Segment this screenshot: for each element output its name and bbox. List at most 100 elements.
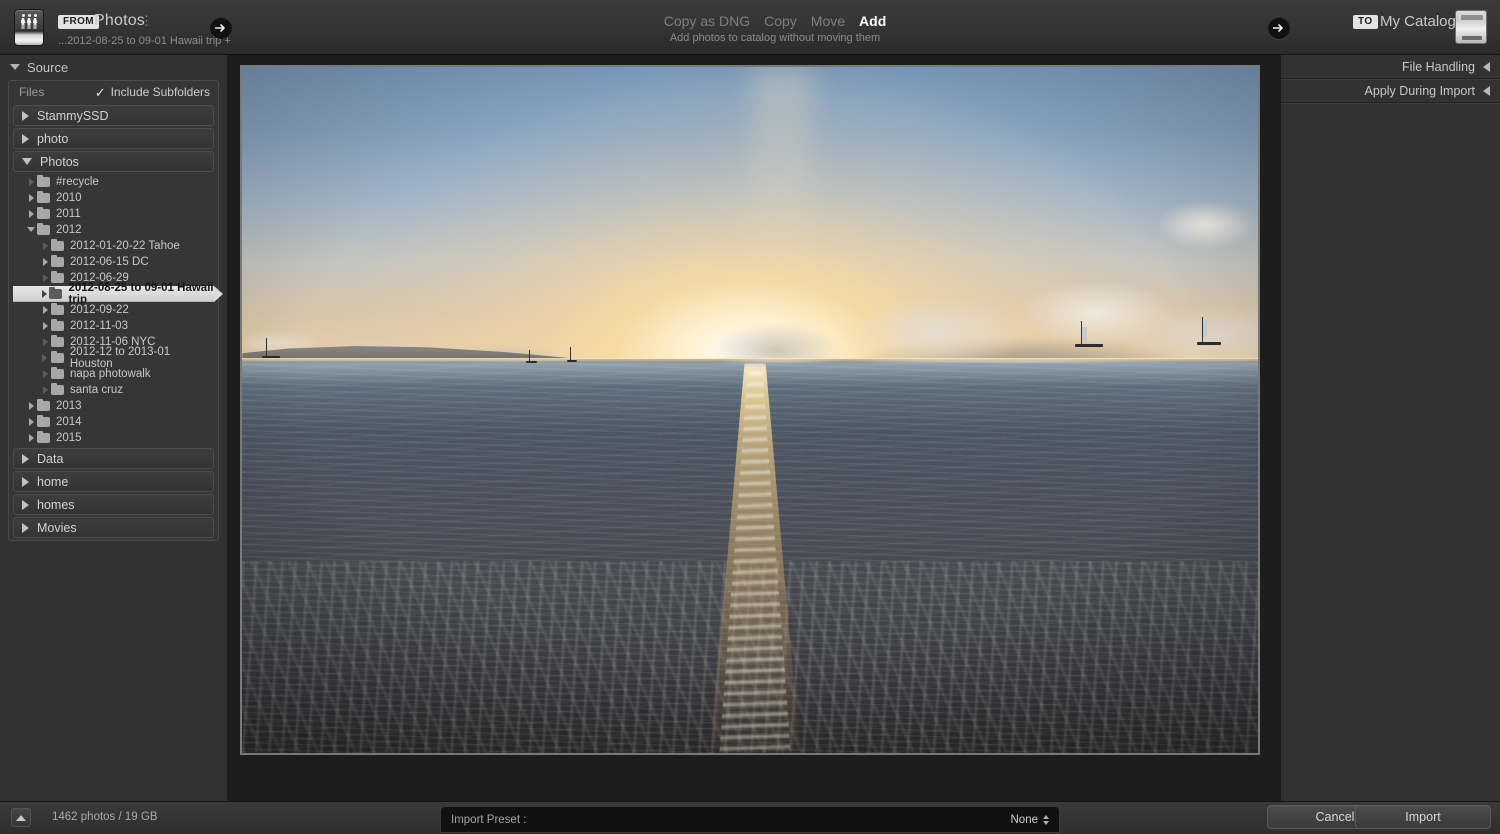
folder-row-2015[interactable]: 2015 xyxy=(13,430,214,446)
folder-row-2012-09-22[interactable]: 2012-09-22 xyxy=(13,302,214,318)
import-preset-selected: None xyxy=(1010,813,1039,826)
source-panel: Source Files ✓ Include Subfolders Stammy… xyxy=(0,55,228,801)
twisty-icon[interactable] xyxy=(39,289,49,298)
folder-row-santa-cruz[interactable]: santa cruz xyxy=(13,382,214,398)
folder-row-tahoe[interactable]: 2012-01-20-22 Tahoe xyxy=(13,238,214,254)
twisty-icon[interactable] xyxy=(25,177,37,186)
volume-photo[interactable]: photo xyxy=(13,128,214,149)
stepper-icon[interactable] xyxy=(1043,814,1049,825)
twisty-icon[interactable] xyxy=(39,241,51,250)
volume-home[interactable]: home xyxy=(13,471,214,492)
volume-label: home xyxy=(37,474,69,489)
volume-photos[interactable]: Photos xyxy=(13,151,214,172)
to-badge: TO xyxy=(1353,15,1378,29)
folder-label: santa cruz xyxy=(70,383,124,396)
twisty-icon[interactable] xyxy=(39,369,51,378)
twisty-icon[interactable] xyxy=(25,227,37,232)
twisty-icon[interactable] xyxy=(39,337,51,346)
volume-movies[interactable]: Movies xyxy=(13,517,214,538)
import-preset-value[interactable]: None xyxy=(1010,813,1049,826)
chevron-right-icon xyxy=(22,499,29,510)
folder-icon xyxy=(37,398,50,411)
volume-stammyssd[interactable]: StammySSD xyxy=(13,105,214,126)
folder-icon xyxy=(51,238,64,251)
mode-copy[interactable]: Copy xyxy=(764,13,797,29)
folder-label: 2013 xyxy=(56,399,82,412)
section-apply-during-import[interactable]: Apply During Import xyxy=(1281,79,1500,103)
folder-row-2013[interactable]: 2013 xyxy=(13,398,214,414)
folder-icon xyxy=(37,206,50,219)
folder-icon xyxy=(51,254,64,267)
import-button[interactable]: Import xyxy=(1355,805,1491,829)
hard-drive-icon xyxy=(1455,10,1487,44)
twisty-icon[interactable] xyxy=(39,321,51,330)
twisty-icon[interactable] xyxy=(39,305,51,314)
right-panel: File Handling Apply During Import xyxy=(1280,55,1500,801)
chevron-right-icon xyxy=(22,110,29,121)
twisty-icon[interactable] xyxy=(25,433,37,442)
twisty-icon[interactable] xyxy=(25,417,37,426)
photo-vignette xyxy=(242,67,1258,753)
source-dropdown-icon[interactable]: ⋮ xyxy=(140,14,153,27)
folder-row-2011[interactable]: 2011 xyxy=(13,206,214,222)
arrow-right-circle-icon-left[interactable] xyxy=(210,17,232,39)
folder-row-napa-photowalk[interactable]: napa photowalk xyxy=(13,366,214,382)
include-subfolders-label: Include Subfolders xyxy=(110,85,210,99)
folder-icon xyxy=(37,430,50,443)
twisty-icon[interactable] xyxy=(39,273,51,282)
folder-row-hawaii-trip-selected[interactable]: 2012-08-25 to 09-01 Hawaii trip xyxy=(13,282,223,306)
folder-row-recycle[interactable]: #recycle xyxy=(13,174,214,190)
folder-icon xyxy=(51,334,64,347)
folder-row-2012[interactable]: 2012 xyxy=(13,222,214,238)
volume-data[interactable]: Data xyxy=(13,448,214,469)
sunset-ocean-photo xyxy=(242,67,1258,753)
twisty-icon[interactable] xyxy=(39,257,51,266)
photo-preview-frame[interactable] xyxy=(240,65,1260,755)
files-label: Files xyxy=(19,85,45,99)
twisty-icon[interactable] xyxy=(25,401,37,410)
collapse-panel-button[interactable] xyxy=(11,808,31,827)
folder-row-2012-11-03[interactable]: 2012-11-03 xyxy=(13,318,214,334)
folder-row-2010[interactable]: 2010 xyxy=(13,190,214,206)
users-drive-icon xyxy=(14,9,44,46)
mode-add[interactable]: Add xyxy=(859,13,886,29)
folder-icon xyxy=(51,366,64,379)
chevron-left-icon xyxy=(1483,61,1490,72)
catalog-name[interactable]: My Catalog xyxy=(1380,13,1456,30)
source-panel-title: Source xyxy=(27,59,69,75)
folder-icon xyxy=(51,382,64,395)
twisty-icon[interactable] xyxy=(25,209,37,218)
section-file-handling[interactable]: File Handling xyxy=(1281,55,1500,79)
twisty-icon[interactable] xyxy=(39,353,51,362)
volume-label: homes xyxy=(37,497,75,512)
folder-icon xyxy=(49,286,63,299)
chevron-right-icon xyxy=(22,522,29,533)
folder-row-houston[interactable]: 2012-12 to 2013-01 Houston xyxy=(13,346,214,370)
folder-icon xyxy=(51,270,64,283)
folder-label: 2015 xyxy=(56,431,82,444)
source-name[interactable]: Photos xyxy=(94,12,145,30)
folder-label: #recycle xyxy=(56,175,99,188)
folder-icon xyxy=(37,174,50,187)
folder-label: napa photowalk xyxy=(70,367,151,380)
source-panel-header[interactable]: Source xyxy=(0,57,227,77)
folder-label: 2010 xyxy=(56,191,82,204)
volume-homes[interactable]: homes xyxy=(13,494,214,515)
folder-row-2014[interactable]: 2014 xyxy=(13,414,214,430)
folder-icon xyxy=(37,414,50,427)
mode-copy-as-dng[interactable]: Copy as DNG xyxy=(664,13,750,29)
folder-row-dc[interactable]: 2012-06-15 DC xyxy=(13,254,214,270)
folder-icon xyxy=(37,222,50,235)
volume-label: Data xyxy=(37,451,64,466)
import-preset-bar[interactable]: Import Preset : None xyxy=(440,806,1060,833)
folder-icon xyxy=(50,350,64,363)
twisty-icon[interactable] xyxy=(39,385,51,394)
include-subfolders-toggle[interactable]: ✓ Include Subfolders xyxy=(95,85,210,99)
mode-move[interactable]: Move xyxy=(811,13,845,29)
import-mode-tabs: Copy as DNG Copy Move Add xyxy=(645,13,905,29)
twisty-icon[interactable] xyxy=(25,193,37,202)
chevron-up-icon xyxy=(16,814,26,821)
folder-icon xyxy=(37,190,50,203)
arrow-right-circle-icon-right[interactable] xyxy=(1268,17,1290,39)
files-row: Files ✓ Include Subfolders xyxy=(9,81,218,103)
